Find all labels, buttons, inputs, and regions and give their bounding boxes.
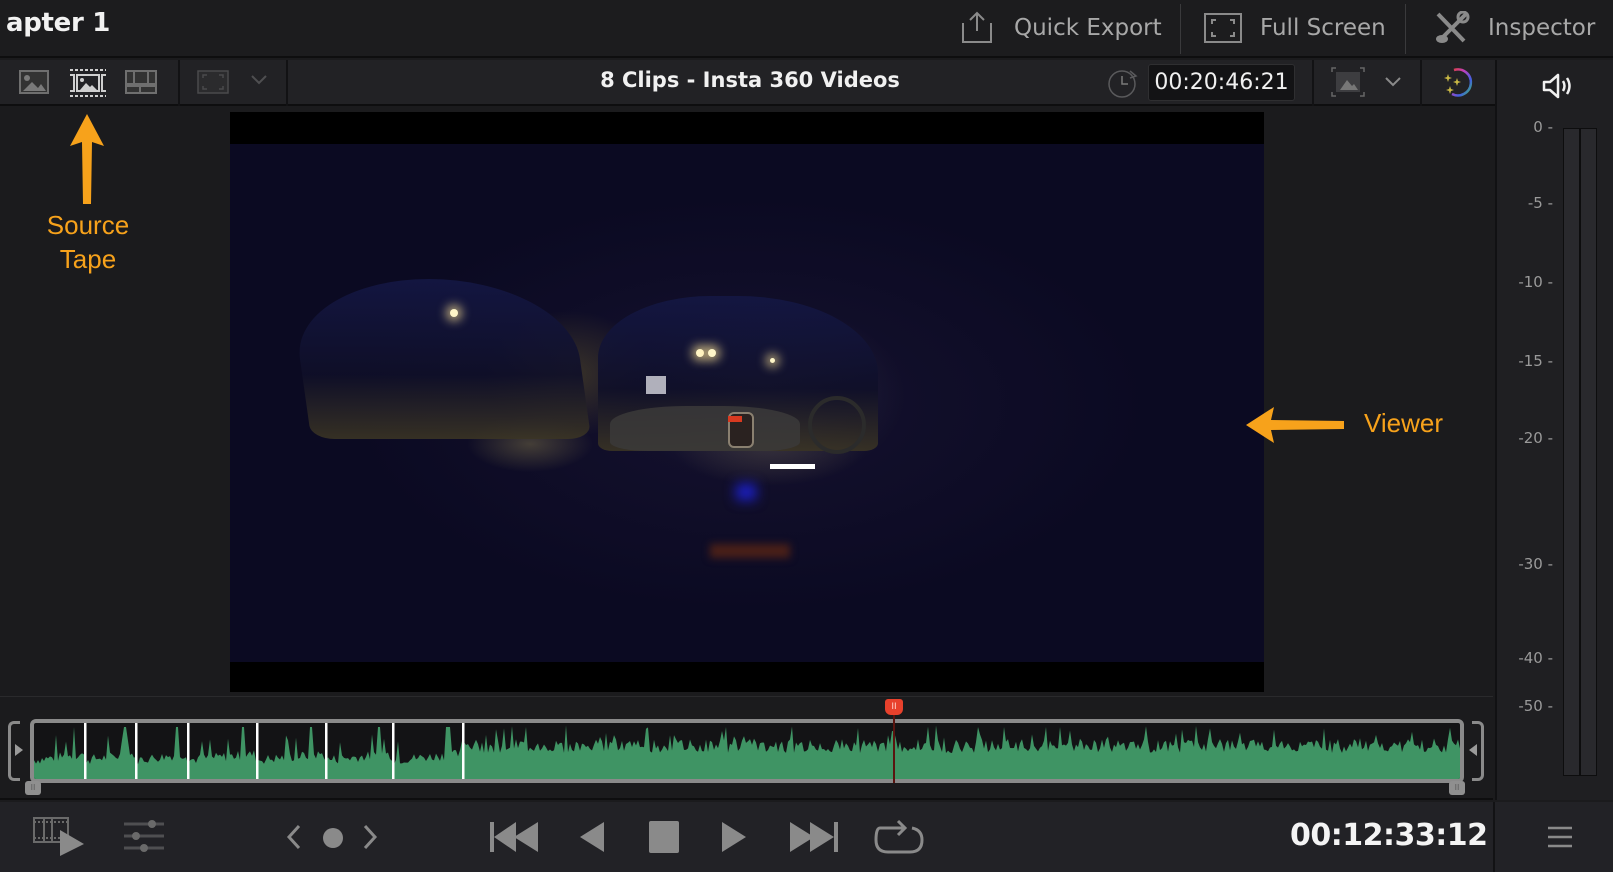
inspector-label: Inspector: [1488, 15, 1596, 41]
viewer-zoom-icon[interactable]: [1330, 66, 1366, 98]
source-clip-icon[interactable]: [18, 68, 50, 96]
divider: [1180, 4, 1181, 54]
streetlight: [770, 358, 775, 363]
full-screen-button[interactable]: Full Screen: [1204, 0, 1386, 56]
clip-divider: [325, 723, 328, 779]
clip-divider: [84, 723, 87, 779]
truck: [646, 376, 666, 394]
current-timecode[interactable]: 00:12:33:12: [1290, 818, 1488, 853]
meter-label: -10 -: [1518, 273, 1553, 291]
speaker-icon[interactable]: [1541, 72, 1575, 100]
source-timecode[interactable]: 00:20:46:21: [1148, 64, 1295, 101]
viewer-frame[interactable]: [230, 112, 1264, 692]
meter-channel-left: [1563, 128, 1580, 776]
clip-divider: [135, 723, 138, 779]
divider: [1405, 4, 1406, 54]
go-to-end-icon[interactable]: [788, 820, 840, 854]
stop-icon[interactable]: [648, 820, 680, 854]
chevron-down-icon[interactable]: [1384, 76, 1402, 88]
viewer: Source Tape Viewer: [0, 108, 1493, 696]
hamburger-menu-icon[interactable]: [1546, 826, 1574, 848]
subtitle-placeholder: [770, 464, 815, 469]
dashboard: [610, 406, 800, 451]
divider: [1420, 60, 1422, 106]
inspector-icon: [1436, 11, 1470, 43]
waveform-fill: [34, 725, 1460, 779]
meter-channel-right: [1580, 128, 1597, 776]
meter-label: -20 -: [1518, 429, 1553, 447]
viewer-toolbar: 8 Clips - Insta 360 Videos 00:20:46:21: [0, 60, 1495, 106]
export-icon: [962, 11, 992, 43]
viewer-title: 8 Clips - Insta 360 Videos: [600, 68, 900, 92]
annotation-viewer: Viewer: [1364, 408, 1444, 438]
quick-export-button[interactable]: Quick Export: [958, 0, 1162, 56]
blue-light: [736, 484, 756, 500]
meter-label: 0 -: [1533, 118, 1553, 136]
safe-area-icon[interactable]: [196, 68, 230, 96]
video-frame: [230, 144, 1264, 662]
console-display: [728, 416, 742, 422]
steering-wheel: [808, 396, 866, 454]
loop-icon[interactable]: [874, 818, 924, 856]
quick-export-label: Quick Export: [1014, 15, 1162, 41]
annotation-arrow-up-icon: [70, 114, 104, 204]
marker-icon[interactable]: [322, 827, 344, 849]
inspector-button[interactable]: Inspector: [1434, 0, 1595, 56]
audio-meter-panel: 0 - -5 - -10 - -15 - -20 - -30 - -40 - -…: [1495, 60, 1613, 800]
clip-divider: [392, 723, 395, 779]
source-tape-icon[interactable]: [68, 68, 108, 98]
adjust-sliders-icon[interactable]: [122, 818, 166, 854]
trim-in-handle[interactable]: II: [25, 781, 41, 795]
transport-controls: 00:12:33:12: [0, 802, 1613, 872]
streetlight: [708, 349, 716, 357]
waveform-track[interactable]: [30, 719, 1464, 783]
trim-out-handle[interactable]: II: [1449, 781, 1465, 795]
streetlight: [450, 309, 458, 317]
play-icon[interactable]: [720, 820, 748, 854]
meter-label: -50 -: [1518, 697, 1553, 715]
play-reverse-marker-icon[interactable]: [1468, 743, 1478, 757]
audio-waveform: [34, 723, 1460, 779]
play-forward-marker-icon[interactable]: [14, 743, 24, 757]
divider: [1493, 802, 1495, 872]
clip-divider: [256, 723, 259, 779]
reverse-play-icon[interactable]: [578, 820, 606, 854]
page-title: apter 1: [6, 8, 111, 38]
car-side-window: [288, 279, 592, 439]
divider: [1312, 60, 1314, 106]
streetlight: [696, 349, 704, 357]
annotation-source-tape: Source Tape: [46, 210, 130, 274]
seat: [710, 544, 790, 558]
top-bar: apter 1 Quick Export Full Screen Inspect…: [0, 0, 1613, 58]
source-tape-strip: II II II: [0, 696, 1493, 800]
prev-marker-icon[interactable]: [286, 824, 302, 850]
meter-label: -5 -: [1527, 194, 1553, 212]
clip-divider: [462, 723, 465, 779]
smart-reframe-icon[interactable]: [1440, 64, 1476, 100]
annotation-arrow-left-icon: [1246, 407, 1344, 443]
full-screen-label: Full Screen: [1260, 15, 1386, 41]
clip-playback-icon[interactable]: [32, 814, 88, 856]
meter-label: -30 -: [1518, 555, 1553, 573]
divider: [286, 60, 288, 106]
divider: [178, 60, 180, 106]
timecode-clock-icon[interactable]: [1106, 66, 1140, 100]
meter-label: -15 -: [1518, 352, 1553, 370]
clip-divider: [187, 723, 190, 779]
chevron-down-icon[interactable]: [250, 74, 268, 86]
fullscreen-icon: [1204, 13, 1242, 43]
playhead-handle[interactable]: II: [885, 699, 903, 715]
go-to-start-icon[interactable]: [488, 820, 540, 854]
timeline-icon[interactable]: [124, 68, 158, 96]
meter-label: -40 -: [1518, 649, 1553, 667]
next-marker-icon[interactable]: [362, 824, 378, 850]
